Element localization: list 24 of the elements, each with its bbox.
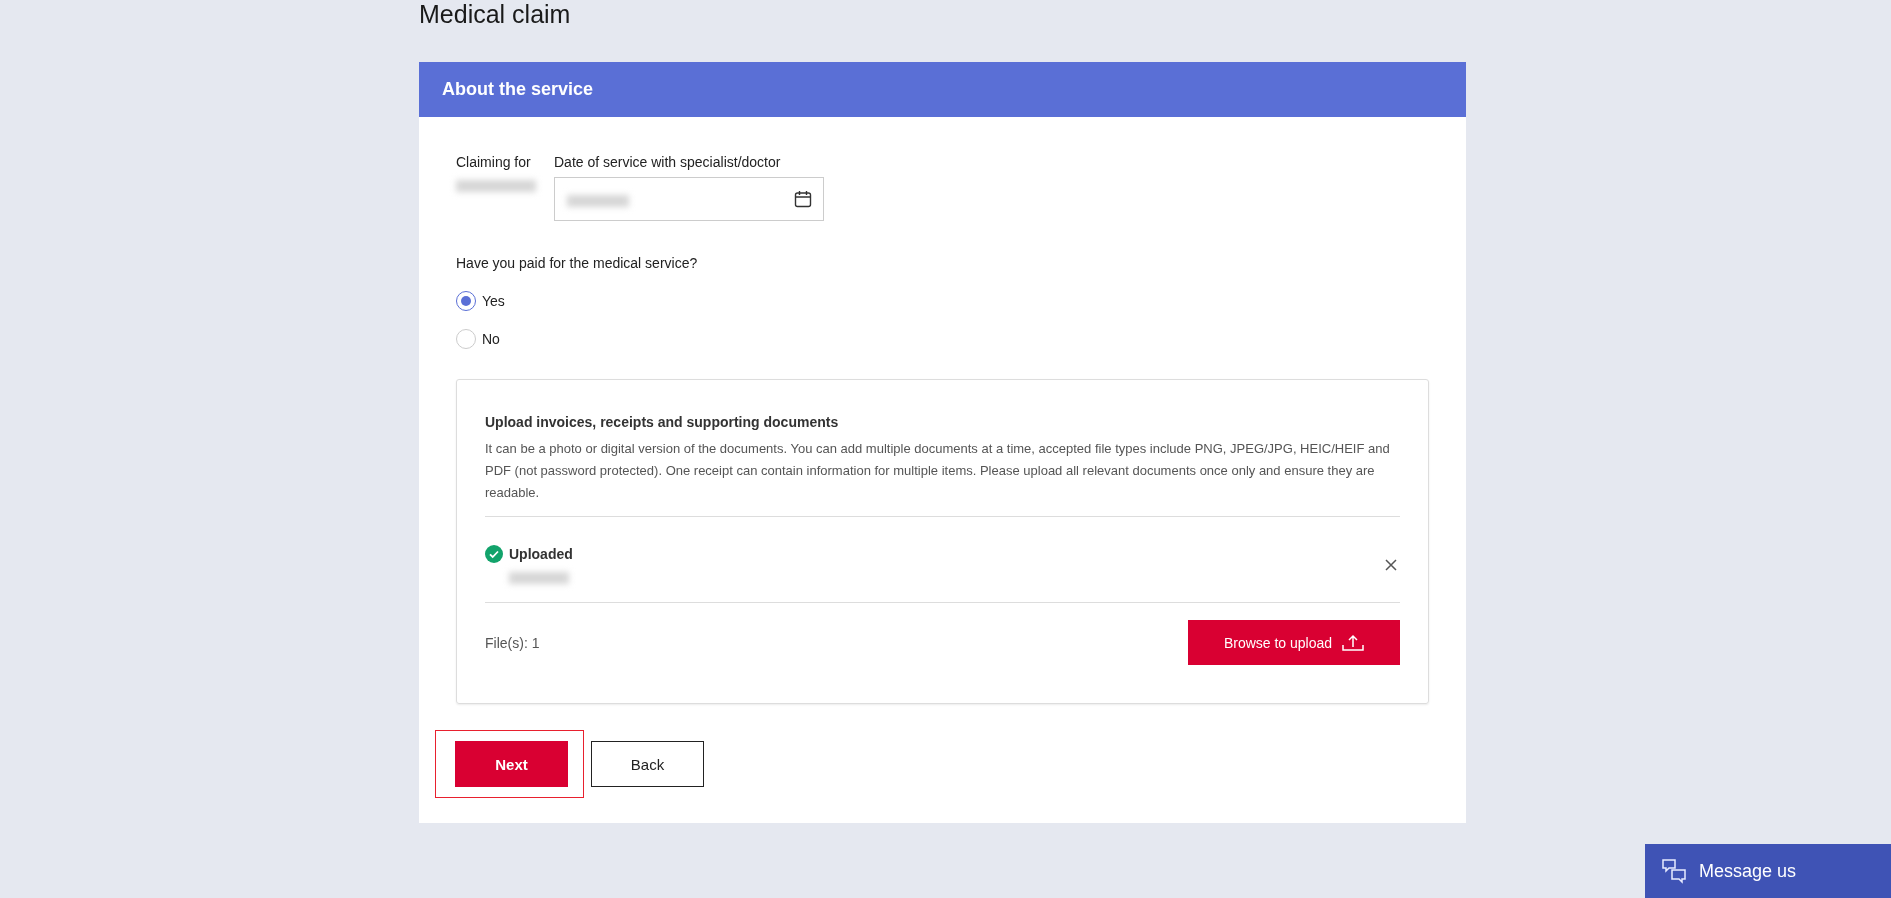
radio-label: No bbox=[482, 330, 500, 348]
date-field[interactable] bbox=[554, 177, 824, 221]
field-label: Date of service with specialist/doctor bbox=[554, 153, 782, 171]
question-text: Have you paid for the medical service? bbox=[456, 255, 699, 271]
file-count: File(s): 1 bbox=[485, 634, 540, 651]
field-label: Claiming for bbox=[456, 153, 532, 171]
blurred-text bbox=[567, 194, 629, 207]
message-us-button[interactable]: Message us bbox=[1645, 844, 1891, 898]
upload-status: Uploaded bbox=[509, 546, 573, 562]
calendar-icon bbox=[793, 189, 813, 209]
next-button[interactable]: Next bbox=[455, 741, 568, 787]
page-title: Medical claim bbox=[419, 0, 571, 30]
back-button[interactable]: Back bbox=[591, 741, 704, 787]
radio-button[interactable] bbox=[456, 291, 476, 311]
upload-icon bbox=[1342, 633, 1365, 652]
check-circle-icon bbox=[485, 545, 503, 563]
upload-title: Upload invoices, receipts and supporting documents bbox=[485, 414, 840, 430]
section-header: About the service bbox=[419, 62, 1466, 117]
upload-description: It can be a photo or digital version of the documents. You can add multiple documents at a time, accepted file types include PNG, JPEG/JPG, HEIC/HEIF and PDF (not password protected). One receipt can contain information for multiple items. Please upload all relevant documents once only and ensure they are readable. bbox=[485, 440, 1391, 502]
browse-upload-button[interactable]: Browse to upload bbox=[1188, 620, 1400, 665]
chat-bubbles-icon bbox=[1661, 858, 1689, 884]
radio-button[interactable] bbox=[456, 329, 476, 349]
radio-label: Yes bbox=[482, 292, 505, 310]
blurred-text bbox=[509, 572, 569, 584]
